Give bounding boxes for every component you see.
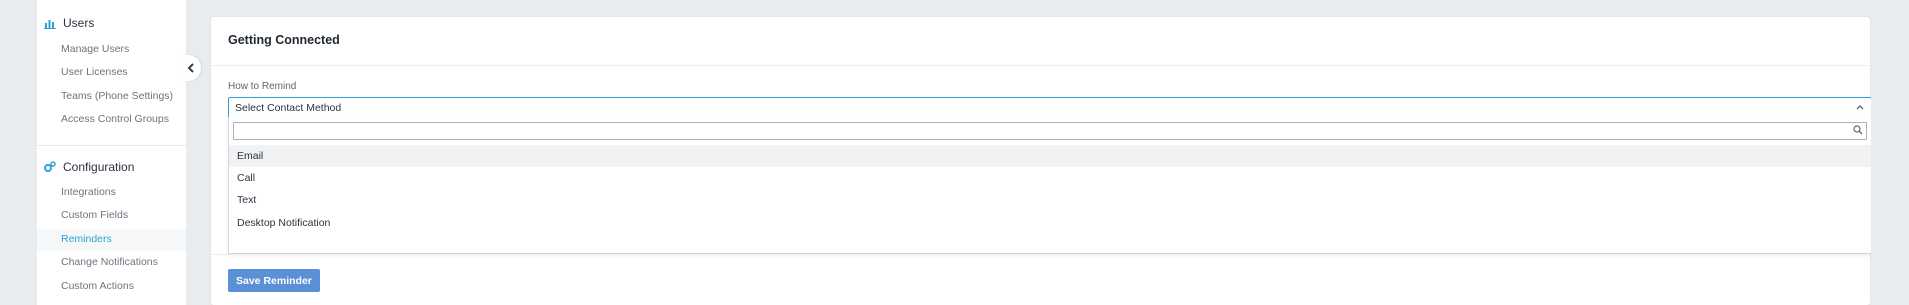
chevron-left-icon xyxy=(187,63,194,73)
sidebar-item-access-control-groups[interactable]: Access Control Groups xyxy=(61,111,169,127)
sidebar-divider xyxy=(37,145,186,146)
option-desktop-notification[interactable]: Desktop Notification xyxy=(229,212,1871,234)
dropdown-search-input[interactable] xyxy=(233,122,1867,140)
cogs-icon xyxy=(44,161,56,172)
bar-chart-icon xyxy=(44,20,56,29)
contact-method-select[interactable]: Select Contact Method xyxy=(228,97,1872,118)
save-reminder-button[interactable]: Save Reminder xyxy=(228,269,320,292)
sidebar-section-configuration[interactable]: Configuration xyxy=(44,157,134,177)
sidebar-item-custom-actions[interactable]: Custom Actions xyxy=(61,278,134,294)
option-call[interactable]: Call xyxy=(229,167,1871,189)
sidebar-section-users[interactable]: Users xyxy=(44,13,94,33)
sidebar-item-integrations[interactable]: Integrations xyxy=(61,184,116,200)
contact-method-dropdown: Email Call Text Desktop Notification xyxy=(228,117,1872,254)
option-email[interactable]: Email xyxy=(229,145,1871,167)
sidebar-item-teams[interactable]: Teams (Phone Settings) xyxy=(61,88,173,104)
how-to-remind-label: How to Remind xyxy=(228,81,297,92)
footer-divider xyxy=(211,254,1870,255)
sidebar-section-label: Users xyxy=(63,16,95,30)
header-divider xyxy=(211,65,1870,66)
search-icon xyxy=(1853,125,1863,135)
sidebar-item-user-licenses[interactable]: User Licenses xyxy=(61,64,128,80)
sidebar: Users Manage Users User Licenses Teams (… xyxy=(0,0,186,305)
sidebar-gutter xyxy=(0,0,37,305)
sidebar-item-manage-users[interactable]: Manage Users xyxy=(61,41,129,57)
select-value: Select Contact Method xyxy=(235,101,342,114)
page-title: Getting Connected xyxy=(228,33,340,47)
sidebar-section-label: Configuration xyxy=(63,160,135,174)
option-text[interactable]: Text xyxy=(229,189,1871,211)
sidebar-item-reminders[interactable]: Reminders xyxy=(61,231,112,247)
sidebar-item-change-notifications[interactable]: Change Notifications xyxy=(61,254,158,270)
reminder-card: Getting Connected How to Remind Select C… xyxy=(210,16,1872,305)
sidebar-item-custom-fields[interactable]: Custom Fields xyxy=(61,207,128,223)
page-margin xyxy=(1871,0,1909,305)
sidebar-collapse-button[interactable] xyxy=(181,55,201,81)
chevron-up-icon xyxy=(1856,105,1864,110)
